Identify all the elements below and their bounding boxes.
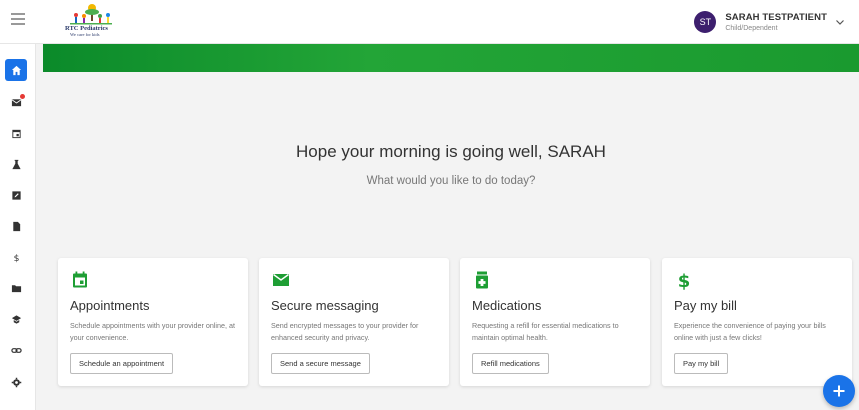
logo-tagline: We care for kids xyxy=(70,32,100,37)
card-title: Medications xyxy=(472,298,542,313)
logo-art xyxy=(70,4,112,25)
user-role: Child/Dependent xyxy=(725,25,778,32)
folder-icon xyxy=(11,284,21,292)
home-icon xyxy=(11,65,21,75)
sidebar-item-settings[interactable] xyxy=(5,371,27,393)
plus-icon xyxy=(833,385,845,397)
mail-icon xyxy=(273,273,289,286)
medication-icon xyxy=(476,271,488,289)
hero-banner xyxy=(43,44,859,72)
sidebar-item-records[interactable] xyxy=(5,277,27,299)
logo[interactable]: RTC Pediatrics We care for kids xyxy=(62,3,122,41)
page-subtitle: What would you like to do today? xyxy=(366,175,536,187)
document-icon xyxy=(12,221,20,231)
user-name: SARAH TESTPATIENT xyxy=(725,12,827,23)
card-title: Secure messaging xyxy=(271,298,379,313)
link-icon xyxy=(10,347,22,353)
calendar-icon xyxy=(73,271,87,288)
card-title: Pay my bill xyxy=(674,298,737,313)
calendar-icon xyxy=(11,129,21,138)
edit-form-icon xyxy=(11,190,21,200)
svg-text:$: $ xyxy=(13,253,19,263)
gear-icon xyxy=(11,377,21,387)
sidebar-item-forms[interactable] xyxy=(5,184,27,206)
card-description: Schedule appointments with your provider… xyxy=(70,321,236,342)
sidebar-item-lab-results[interactable] xyxy=(5,153,27,175)
user-menu[interactable]: ST SARAH TESTPATIENT Child/Dependent xyxy=(694,8,845,36)
sidebar-item-appointments[interactable] xyxy=(5,122,27,144)
logo-name: RTC Pediatrics xyxy=(65,25,108,32)
schedule-appointment-button[interactable]: Schedule an appointment xyxy=(70,353,174,374)
card-secure-messaging: Secure messaging Send encrypted messages… xyxy=(259,258,449,386)
dollar-icon: $ xyxy=(678,271,691,290)
notification-dot xyxy=(20,94,25,99)
top-header: RTC Pediatrics We care for kids ST SARAH… xyxy=(0,0,859,44)
card-appointments: Appointments Schedule appointments with … xyxy=(58,258,248,386)
sidebar-item-home[interactable] xyxy=(5,59,27,81)
card-description: Experience the convenience of paying you… xyxy=(674,321,826,342)
card-title: Appointments xyxy=(70,298,150,313)
card-pay-bill: $ Pay my bill Experience the convenience… xyxy=(662,258,852,386)
sidebar: $ xyxy=(0,44,36,410)
sidebar-item-messages[interactable] xyxy=(5,91,27,113)
flask-icon xyxy=(11,159,21,169)
add-fab-button[interactable] xyxy=(823,375,855,407)
send-secure-message-button[interactable]: Send a secure message xyxy=(271,353,370,374)
sidebar-item-documents[interactable] xyxy=(5,215,27,237)
menu-icon[interactable] xyxy=(11,13,25,25)
pay-bill-button[interactable]: Pay my bill xyxy=(674,353,729,374)
card-description: Send encrypted messages to your provider… xyxy=(271,321,419,342)
dollar-icon: $ xyxy=(13,253,19,263)
education-icon xyxy=(11,314,21,324)
page-title: Hope your morning is going well, SARAH xyxy=(296,142,606,161)
sidebar-item-education[interactable] xyxy=(5,308,27,330)
sidebar-item-billing[interactable]: $ xyxy=(5,246,27,268)
card-description: Requesting a refill for essential medica… xyxy=(472,321,619,342)
chevron-down-icon[interactable] xyxy=(835,17,845,27)
sidebar-item-links[interactable] xyxy=(5,339,27,361)
avatar: ST xyxy=(694,11,717,33)
card-medications: Medications Requesting a refill for esse… xyxy=(460,258,650,386)
refill-medications-button[interactable]: Refill medications xyxy=(472,353,549,374)
svg-text:$: $ xyxy=(678,271,691,290)
